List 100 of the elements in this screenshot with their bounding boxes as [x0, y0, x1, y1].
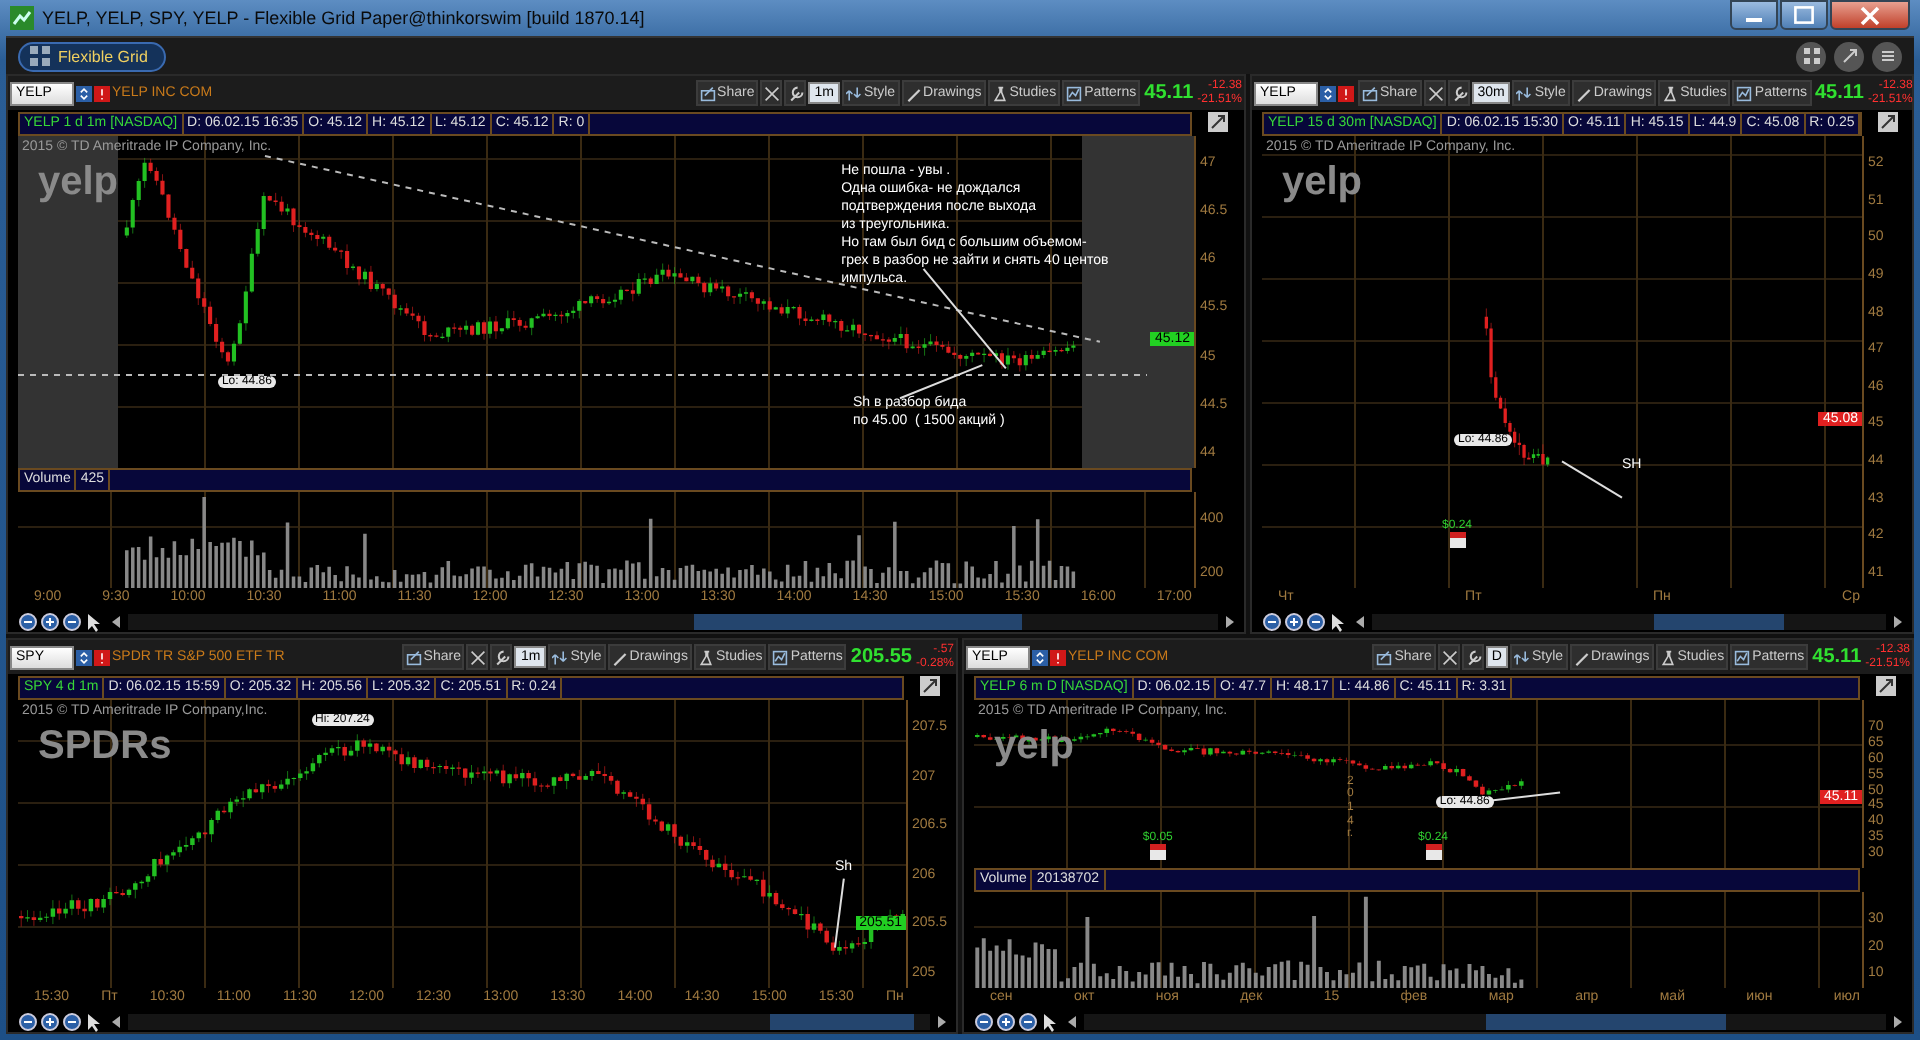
close-icon: [1860, 5, 1880, 25]
zoom-in-icon: [40, 611, 60, 631]
scrollbar-thumb[interactable]: [1485, 1013, 1726, 1029]
zoom-in-icon: [1284, 611, 1304, 631]
pan-button[interactable]: [1262, 611, 1282, 631]
drawing-tools-button[interactable]: [1437, 644, 1460, 670]
pan-button[interactable]: [18, 611, 38, 631]
cursor-button[interactable]: [84, 1011, 104, 1031]
zoom-in-button[interactable]: [40, 611, 60, 631]
expand-icon: [1839, 46, 1859, 66]
wrench-icon: [788, 85, 805, 101]
last-price: 45.11: [1810, 646, 1864, 668]
maximize-icon: [1794, 6, 1814, 24]
pan-icon: [18, 611, 38, 631]
drawing-tools-button[interactable]: [466, 644, 489, 670]
minimize-button[interactable]: [1730, 0, 1778, 30]
scrollbar-track[interactable]: [128, 613, 1218, 629]
style-icon: [1516, 85, 1533, 101]
maximize-button[interactable]: [1780, 0, 1828, 30]
zoom-in-icon: [996, 1011, 1016, 1031]
last-price: 205.55: [848, 646, 914, 668]
share-icon: [405, 649, 422, 665]
cursor-button[interactable]: [1040, 1011, 1060, 1031]
flask-icon: [697, 649, 714, 665]
zoom-out-button[interactable]: [1018, 1011, 1038, 1031]
pencil-icon: [1575, 85, 1592, 101]
menu-icon: [1877, 46, 1897, 66]
pattern-icon: [1734, 649, 1751, 665]
crosshair-icon: [470, 649, 487, 665]
zoom-in-button[interactable]: [1284, 611, 1304, 631]
zoom-out-button[interactable]: [62, 1011, 82, 1031]
zoom-in-button[interactable]: [40, 1011, 60, 1031]
pattern-icon: [772, 649, 789, 665]
cursor-button[interactable]: [1328, 611, 1348, 631]
zoom-out-button[interactable]: [62, 611, 82, 631]
pencil-icon: [611, 649, 628, 665]
alert-icon: [94, 85, 110, 101]
scrollbar-track[interactable]: [128, 1013, 930, 1029]
zoom-out-icon: [1306, 611, 1326, 631]
scrollbar-thumb[interactable]: [1654, 613, 1784, 629]
scrollbar-thumb[interactable]: [769, 1013, 914, 1029]
zoom-out-button[interactable]: [1306, 611, 1326, 631]
spinner-icon: [1320, 85, 1336, 101]
style-icon: [845, 85, 862, 101]
minimize-icon: [1746, 18, 1762, 22]
wrench-icon: [1451, 85, 1468, 101]
zoom-in-button[interactable]: [996, 1011, 1016, 1031]
cursor-button[interactable]: [84, 611, 104, 631]
settings-button[interactable]: [1461, 644, 1484, 670]
grid-button[interactable]: [1796, 41, 1826, 71]
leader-line: [833, 877, 845, 949]
flask-icon: [1659, 649, 1676, 665]
expand-icon: [920, 676, 940, 696]
alert-icon: [1050, 649, 1066, 665]
spinner-icon: [1032, 649, 1048, 665]
grid-tab[interactable]: Flexible Grid: [18, 41, 166, 71]
share-icon: [699, 85, 716, 101]
expand-icon: [1877, 112, 1898, 132]
drawing-tools-button[interactable]: [760, 80, 783, 106]
last-price: 45.11: [1813, 82, 1866, 104]
zoom-out-icon: [1018, 1011, 1038, 1031]
settings-button[interactable]: [1447, 80, 1470, 106]
style-icon: [552, 649, 569, 665]
dividend-icon: [1149, 843, 1166, 860]
logo-watermark: SPDRs: [38, 724, 172, 770]
dividend-icon: [1449, 532, 1465, 549]
pattern-icon: [1736, 85, 1753, 101]
leader-line: [1488, 791, 1562, 802]
window-title: YELP, YELP, SPY, YELP - Flexible Grid Paper@thinkorswim [build 1870.14]: [42, 8, 647, 28]
style-icon: [1513, 649, 1530, 665]
zoom-out-icon: [62, 611, 82, 631]
alert-icon: [94, 649, 110, 665]
wrench-icon: [494, 649, 511, 665]
drawing-tools-button[interactable]: [1423, 80, 1446, 106]
pan-button[interactable]: [974, 1011, 994, 1031]
expand-icon: [1876, 676, 1896, 696]
scrollbar-thumb[interactable]: [694, 613, 1022, 629]
pan-icon: [18, 1011, 38, 1031]
grid-icon: [30, 46, 50, 66]
close-button[interactable]: [1830, 0, 1910, 30]
crosshair-icon: [764, 85, 781, 101]
pan-icon: [974, 1011, 994, 1031]
spinner-icon: [76, 85, 92, 101]
scrollbar-track[interactable]: [1372, 613, 1886, 629]
app-icon: [10, 6, 34, 30]
expand-button[interactable]: [1834, 41, 1864, 71]
share-icon: [1362, 85, 1378, 101]
settings-button[interactable]: [784, 80, 807, 106]
menu-button[interactable]: [1872, 41, 1902, 71]
pan-button[interactable]: [18, 1011, 38, 1031]
crosshair-icon: [1427, 85, 1444, 101]
grid-icon: [1801, 46, 1821, 66]
flask-icon: [1662, 85, 1679, 101]
pencil-icon: [905, 85, 922, 101]
pattern-icon: [1066, 85, 1083, 101]
scrollbar-track[interactable]: [1084, 1013, 1886, 1029]
logo-watermark: yelp: [1282, 160, 1363, 206]
settings-button[interactable]: [490, 644, 513, 670]
expand-icon: [1208, 112, 1228, 132]
crosshair-icon: [1441, 649, 1458, 665]
